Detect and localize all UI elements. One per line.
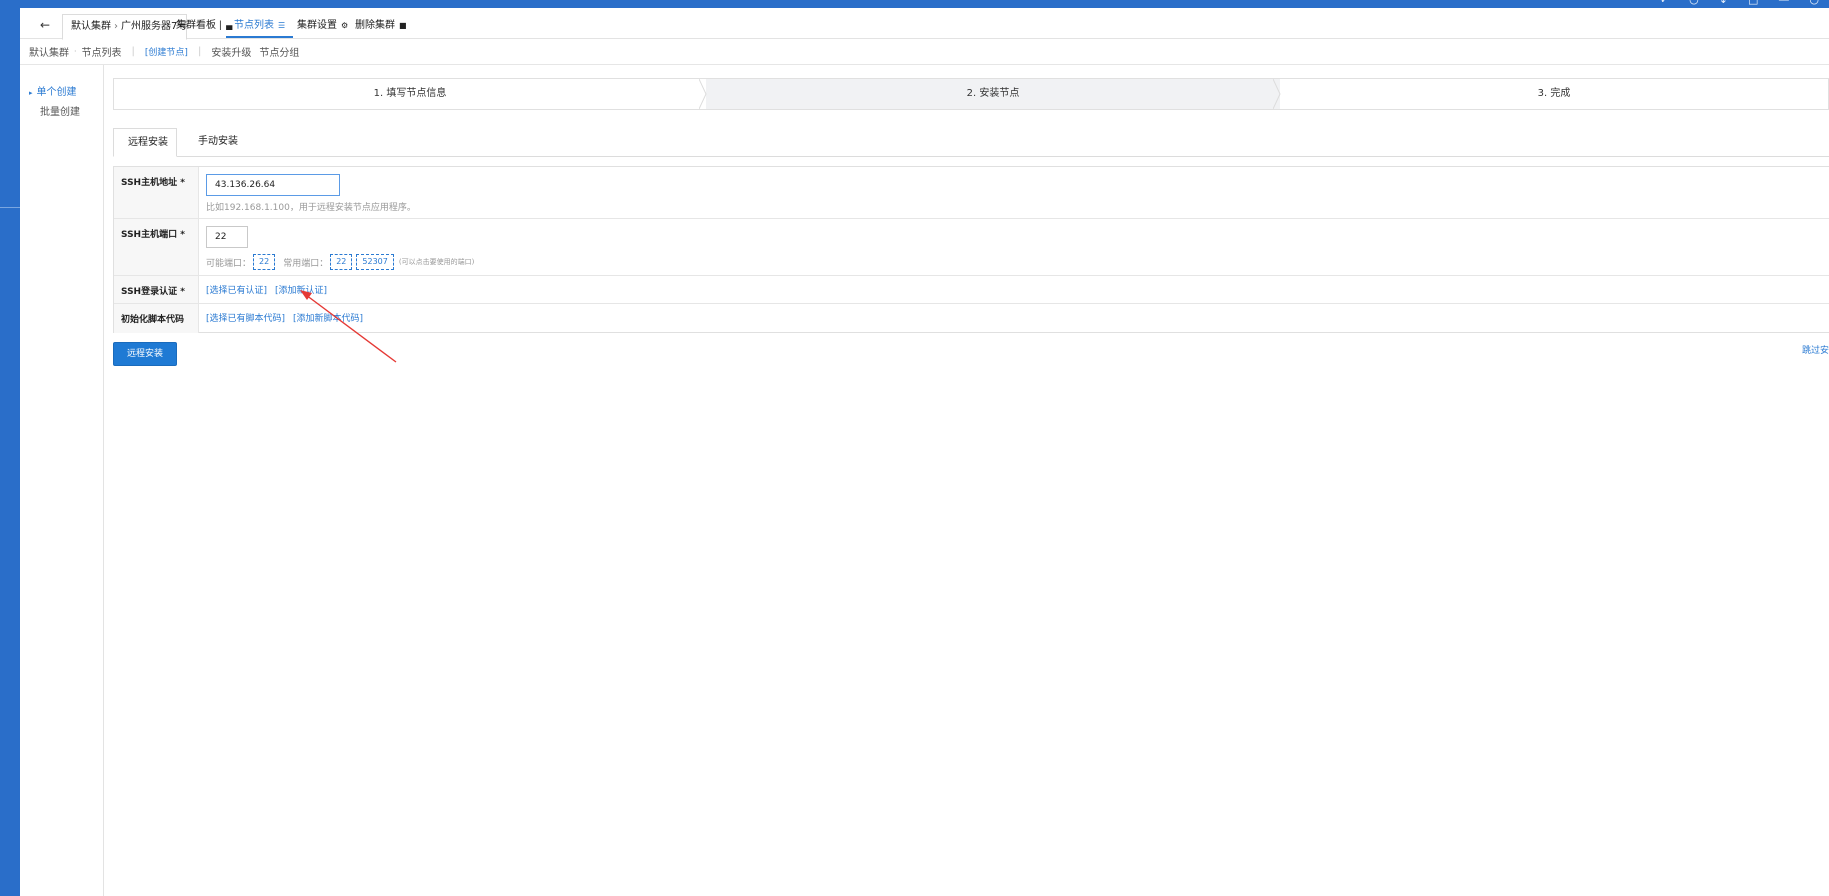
step-finish: 3. 完成 <box>1280 79 1828 109</box>
app-window: ← 默认集群 › 广州服务器7号 集群看板 ▏▄ 节点列表 ☰ 集群设置 ⚙ 删除集群 ■ … <box>20 8 1829 896</box>
ssh-host-hint: 比如192.168.1.100，用于远程安装节点应用程序。 <box>206 203 416 213</box>
crumb-separator: › <box>114 21 118 32</box>
form-row-ssh-port: SSH主机端口 * 可能端口： 22 常用端口： 22 52307 (可以点击要… <box>114 219 1829 276</box>
ssh-auth-value-cell: [选择已有认证] [添加新认证] <box>206 276 1829 303</box>
topbar-icons: ✓ ○ ↓ □ — ○ <box>1660 0 1829 5</box>
step-chevron <box>1273 79 1281 109</box>
step-3-label: 3. 完成 <box>1537 88 1571 99</box>
tab-delete-cluster[interactable]: 删除集群 ■ <box>347 16 415 38</box>
step-indicator: 1. 填写节点信息 2. 安装节点 3. 完成 <box>113 78 1829 110</box>
header-tabs: ← 默认集群 › 广州服务器7号 集群看板 ▏▄ 节点列表 ☰ 集群设置 ⚙ 删除集群 ■ <box>20 8 1829 40</box>
port-note: (可以点击要使用的端口) <box>398 258 475 266</box>
ssh-host-label: SSH主机地址 * <box>114 167 199 218</box>
crumb-cluster[interactable]: 默认集群 <box>71 21 111 32</box>
window-top-bar: ✓ ○ ↓ □ — ○ <box>0 0 1829 8</box>
port-suggestions: 可能端口： 22 常用端口： 22 52307 (可以点击要使用的端口) <box>206 254 474 270</box>
window-left-strip <box>0 8 20 896</box>
subnav-upgrade-link[interactable]: 安装升级 <box>211 44 251 59</box>
topbar-help-icon[interactable]: ○ <box>1809 0 1819 5</box>
topbar-dash-icon[interactable]: — <box>1778 0 1789 5</box>
sidemenu-item-single-create[interactable]: ▸ 单个创建 <box>20 83 103 103</box>
possible-port-tag[interactable]: 22 <box>253 254 276 270</box>
trash-icon: ■ <box>399 21 407 30</box>
subnav-group-link[interactable]: 节点分组 <box>259 44 299 59</box>
form-row-init-script: 初始化脚本代码 [选择已有脚本代码] [添加新脚本代码] <box>114 304 1829 333</box>
common-port-tag[interactable]: 52307 <box>356 254 394 270</box>
ssh-port-label: SSH主机端口 * <box>114 219 199 275</box>
install-form: SSH主机地址 * 比如192.168.1.100，用于远程安装节点应用程序。 … <box>113 166 1829 333</box>
ssh-auth-label: SSH登录认证 * <box>114 276 199 303</box>
topbar-bolt-icon[interactable]: ↓ <box>1719 0 1728 5</box>
step-install-node: 2. 安装节点 <box>706 79 1281 109</box>
select-existing-script-link[interactable]: [选择已有脚本代码] <box>206 311 285 324</box>
list-icon: ☰ <box>278 21 286 30</box>
tab-cluster-settings-label: 集群设置 <box>297 20 337 31</box>
side-menu: ▸ 单个创建 批量创建 <box>20 65 104 896</box>
left-strip-mark <box>0 207 20 208</box>
topbar-pin-icon[interactable]: ✓ <box>1660 0 1669 5</box>
init-script-value-cell: [选择已有脚本代码] [添加新脚本代码] <box>206 304 1829 333</box>
common-port-tag[interactable]: 22 <box>330 254 353 270</box>
ssh-host-value-cell: 比如192.168.1.100，用于远程安装节点应用程序。 <box>206 167 1829 218</box>
subnav-divider: | <box>131 46 135 57</box>
tab-remote-install[interactable]: 远程安装 <box>113 128 177 157</box>
subnav-divider-2: | <box>197 46 202 57</box>
subnav-node-list-link[interactable]: 节点列表 <box>82 44 122 59</box>
tab-cluster-dashboard-label: 集群看板 <box>176 20 216 31</box>
add-new-script-link[interactable]: [添加新脚本代码] <box>293 311 363 324</box>
select-existing-auth-link[interactable]: [选择已有认证] <box>206 283 267 296</box>
ssh-port-value-cell: 可能端口： 22 常用端口： 22 52307 (可以点击要使用的端口) <box>206 219 1829 275</box>
topbar-file-icon[interactable]: □ <box>1748 0 1758 5</box>
sidemenu-single-label: 单个创建 <box>36 87 77 98</box>
skip-install-link[interactable]: 跳过安 <box>1802 343 1829 356</box>
step-2-label: 2. 安装节点 <box>966 88 1020 99</box>
main-content: 1. 填写节点信息 2. 安装节点 3. 完成 远程安装 手动安装 SSH主机地… <box>113 78 1829 878</box>
caret-right-icon: ▸ <box>29 89 33 97</box>
tab-node-list[interactable]: 节点列表 ☰ <box>226 16 294 38</box>
subnav-create-node-link[interactable]: [创建节点] <box>145 45 188 58</box>
tab-node-list-label: 节点列表 <box>234 20 274 31</box>
ssh-host-input[interactable] <box>206 174 340 196</box>
tab-delete-cluster-label: 删除集群 <box>355 20 395 31</box>
sidemenu-batch-label: 批量创建 <box>40 107 80 118</box>
step-fill-info: 1. 填写节点信息 <box>114 79 707 109</box>
step-1-label: 1. 填写节点信息 <box>373 88 447 99</box>
form-row-ssh-host: SSH主机地址 * 比如192.168.1.100，用于远程安装节点应用程序。 <box>114 167 1829 219</box>
sidemenu-item-batch-create[interactable]: 批量创建 <box>20 103 103 123</box>
init-script-label: 初始化脚本代码 <box>114 304 199 333</box>
topbar-circle-icon[interactable]: ○ <box>1689 0 1699 5</box>
subnav-dot: · <box>74 47 77 56</box>
tab-manual-install[interactable]: 手动安装 <box>184 128 252 157</box>
back-arrow-icon[interactable]: ← <box>38 18 52 32</box>
sub-navigation: 默认集群 · 节点列表 | [创建节点] | 安装升级 节点分组 <box>20 39 1829 65</box>
remote-install-button[interactable]: 远程安装 <box>113 342 177 366</box>
subnav-cluster-link[interactable]: 默认集群 <box>29 44 69 59</box>
add-new-auth-link[interactable]: [添加新认证] <box>275 283 327 296</box>
ssh-port-input[interactable] <box>206 226 248 248</box>
form-row-ssh-auth: SSH登录认证 * [选择已有认证] [添加新认证] <box>114 276 1829 304</box>
install-method-tabs: 远程安装 手动安装 <box>113 128 1829 157</box>
possible-ports-label: 可能端口： <box>206 258 252 269</box>
step-chevron <box>699 79 707 109</box>
common-ports-label: 常用端口： <box>283 258 329 269</box>
